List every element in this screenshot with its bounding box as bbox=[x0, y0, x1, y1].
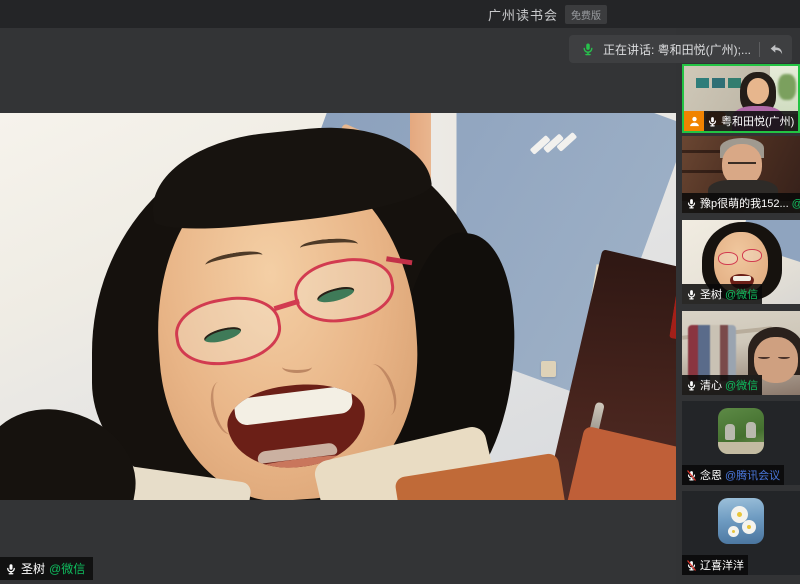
speaking-banner-text: 正在讲话: 粤和田悦(广州);... bbox=[603, 41, 751, 58]
participant-label: 豫p很萌的我152...@微信 bbox=[682, 193, 800, 213]
participant-teeth bbox=[733, 276, 751, 281]
speaking-banner[interactable]: 正在讲话: 粤和田悦(广州);... bbox=[569, 35, 792, 63]
participant-glasses bbox=[742, 249, 762, 262]
participant-name: 粤和田悦(广州) bbox=[721, 113, 794, 129]
wardrobe-decoration bbox=[669, 287, 676, 345]
divider bbox=[759, 42, 760, 57]
participant-name: 清心 bbox=[700, 377, 722, 393]
mic-icon bbox=[581, 42, 595, 56]
participant-avatar bbox=[718, 498, 764, 544]
participant-label: 粤和田悦(广州) bbox=[684, 111, 798, 131]
avatar-daisy bbox=[742, 520, 756, 534]
participant-tile-1[interactable]: 粤和田悦(广州) bbox=[682, 64, 800, 133]
participant-tile-2[interactable]: 豫p很萌的我152...@微信 bbox=[682, 136, 800, 213]
participant-eye bbox=[778, 355, 790, 359]
collapse-arrow-icon[interactable] bbox=[768, 41, 784, 57]
participant-tile-3[interactable]: 圣树@微信 bbox=[682, 220, 800, 304]
participant-glasses bbox=[718, 252, 738, 265]
participant-label: 念恩@腾讯会议 bbox=[682, 465, 784, 485]
mic-muted-icon bbox=[686, 470, 697, 481]
mic-icon bbox=[686, 198, 697, 209]
title-bar: 广州读书会 免费版 bbox=[0, 0, 800, 28]
mic-icon bbox=[686, 380, 697, 391]
participant-label: 清心@微信 bbox=[682, 375, 762, 395]
title-group: 广州读书会 免费版 bbox=[488, 0, 607, 28]
participant-name: 辽喜洋洋 bbox=[700, 557, 744, 573]
main-speaker-suffix: @微信 bbox=[49, 560, 85, 577]
light-switch bbox=[541, 361, 556, 377]
main-speaker-name: 圣树 bbox=[21, 560, 45, 577]
participant-label: 圣树@微信 bbox=[682, 284, 762, 304]
wall-painting bbox=[712, 78, 725, 88]
participant-name: 圣树 bbox=[700, 286, 722, 302]
speaker-nose bbox=[282, 361, 312, 373]
host-badge bbox=[684, 111, 704, 131]
mic-icon bbox=[686, 289, 697, 300]
main-video-feed bbox=[0, 113, 676, 500]
participant-tile-6[interactable]: 辽喜洋洋 bbox=[682, 491, 800, 575]
wall-painting bbox=[696, 78, 709, 88]
participant-name: 豫p很萌的我152... bbox=[700, 195, 789, 211]
mic-icon bbox=[707, 116, 718, 127]
participant-glasses bbox=[728, 158, 756, 164]
participant-suffix: @微信 bbox=[725, 286, 758, 302]
main-video-area[interactable]: 圣树@微信 bbox=[0, 28, 676, 584]
mic-muted-icon bbox=[686, 560, 697, 571]
participant-tile-5[interactable]: 念恩@腾讯会议 bbox=[682, 401, 800, 485]
wall-painting bbox=[728, 78, 741, 88]
participant-name: 念恩 bbox=[700, 467, 722, 483]
avatar-statue bbox=[746, 422, 756, 438]
hanging-clothes bbox=[688, 325, 736, 381]
avatar-statue bbox=[725, 424, 735, 440]
meeting-window: 广州读书会 免费版 正在讲话: 粤和田悦(广州);... bbox=[0, 0, 800, 584]
participant-avatar bbox=[718, 408, 764, 454]
participant-suffix: @腾讯会议 bbox=[725, 467, 780, 483]
participant-eye bbox=[758, 355, 770, 359]
participant-tile-4[interactable]: 清心@微信 bbox=[682, 311, 800, 395]
glasses-temple bbox=[386, 256, 412, 265]
mic-icon bbox=[5, 563, 17, 575]
participant-suffix: @微信 bbox=[792, 195, 800, 211]
participant-face bbox=[747, 78, 769, 104]
main-speaker-label: 圣树@微信 bbox=[0, 557, 93, 580]
participant-label: 辽喜洋洋 bbox=[682, 555, 748, 575]
window-greenery bbox=[778, 74, 796, 100]
free-version-badge[interactable]: 免费版 bbox=[565, 5, 607, 24]
participant-suffix: @微信 bbox=[725, 377, 758, 393]
avatar-path bbox=[718, 442, 764, 454]
meeting-title: 广州读书会 bbox=[488, 5, 558, 24]
host-person-icon bbox=[688, 115, 701, 128]
avatar-daisy bbox=[728, 526, 739, 537]
